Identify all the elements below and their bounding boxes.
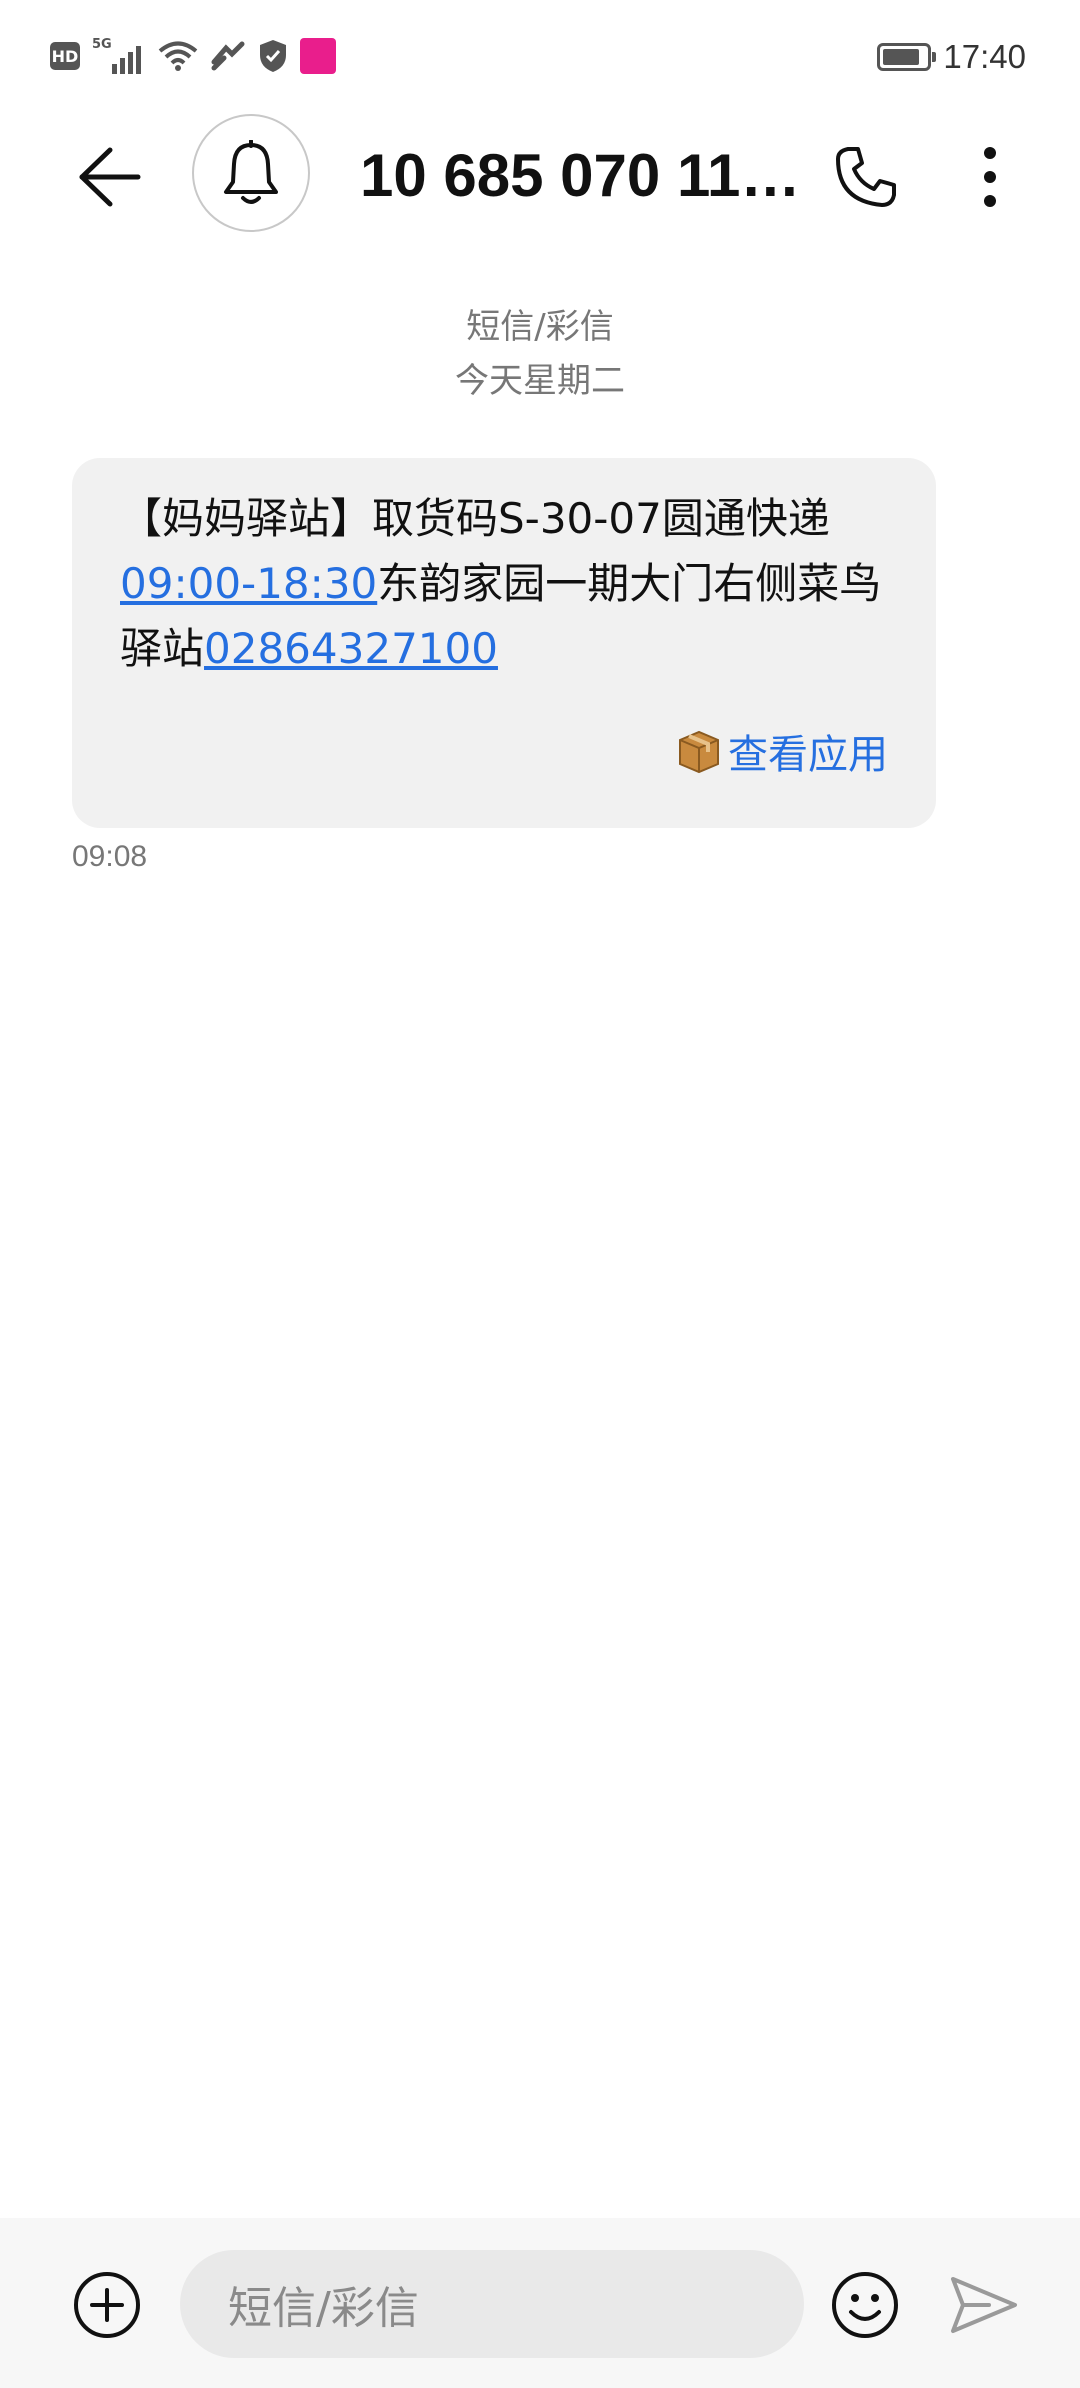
message-input[interactable]: 短信/彩信 — [180, 2250, 804, 2358]
smiley-icon — [832, 2272, 898, 2338]
clock: 17:40 — [943, 38, 1026, 75]
conversation-header: 10 685 070 11… — [0, 112, 1080, 242]
signal-5g-icon: 5G — [92, 38, 146, 74]
data-saver-icon — [211, 41, 245, 71]
status-icons-right: 17:40 — [877, 38, 1026, 76]
view-app-label: 查看应用 — [728, 732, 888, 778]
arrow-left-icon — [79, 147, 141, 207]
wifi-icon — [158, 41, 198, 71]
status-icons-left: HD 5G — [50, 38, 336, 74]
back-button[interactable] — [64, 137, 154, 217]
plus-circle-icon — [74, 2272, 140, 2338]
package-icon — [679, 730, 719, 774]
battery-level — [883, 49, 920, 65]
hours-link[interactable]: 09:00-18:30 — [120, 559, 377, 608]
date-label: 今天星期二 — [455, 361, 625, 401]
view-app-button[interactable]: 查看应用 — [676, 722, 888, 780]
message-input-placeholder: 短信/彩信 — [228, 2283, 419, 2334]
contact-avatar[interactable] — [192, 114, 310, 232]
bell-icon — [224, 140, 278, 204]
send-icon — [951, 2277, 1017, 2333]
contact-number-title[interactable]: 10 685 070 11… — [360, 140, 810, 212]
message-text: 【妈妈驿站】取货码S-30-07圆通快递09:00-18:30东韵家园一期大门右… — [120, 486, 900, 681]
thread-info: 短信/彩信 今天星期二 — [0, 300, 1080, 408]
message-timestamp: 09:08 — [72, 840, 148, 873]
shield-icon — [260, 40, 286, 72]
promo-badge-icon — [300, 38, 336, 74]
message-text-part: 【妈妈驿站】取货码S-30-07圆通快递 — [120, 494, 830, 543]
phone-number-link[interactable]: 02864327100 — [204, 624, 498, 673]
more-options-button[interactable] — [950, 137, 1030, 217]
emoji-button[interactable] — [826, 2266, 904, 2344]
more-vertical-icon — [984, 147, 996, 207]
battery-icon — [877, 43, 937, 71]
message-bubble[interactable]: 【妈妈驿站】取货码S-30-07圆通快递09:00-18:30东韵家园一期大门右… — [72, 458, 936, 828]
send-button[interactable] — [944, 2268, 1024, 2342]
attach-button[interactable] — [70, 2268, 144, 2342]
phone-icon — [836, 147, 896, 207]
hd-badge: HD — [50, 42, 80, 70]
network-type-label: 5G — [92, 37, 112, 52]
call-button[interactable] — [826, 137, 906, 217]
message-type-label: 短信/彩信 — [466, 307, 614, 347]
status-bar: HD 5G 17:40 — [0, 0, 1080, 112]
message-composer: 短信/彩信 — [0, 2218, 1080, 2388]
